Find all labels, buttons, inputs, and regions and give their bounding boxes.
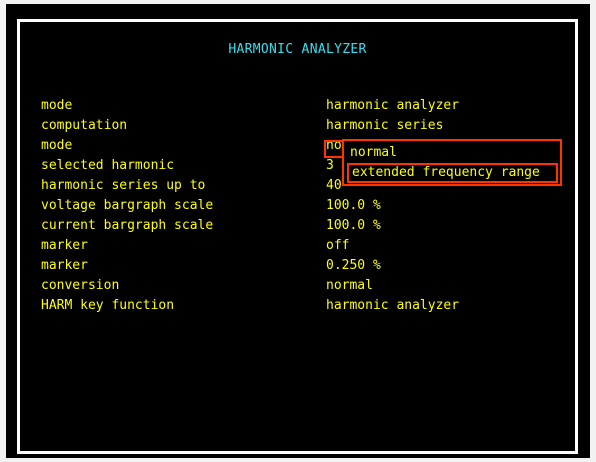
setting-row-marker[interactable]: marker off <box>20 238 575 258</box>
param-value[interactable]: harmonic series <box>326 118 443 133</box>
param-value[interactable]: 40 <box>326 178 342 193</box>
param-value[interactable]: 100.0 % <box>326 198 381 213</box>
param-label: marker <box>41 238 88 253</box>
param-label: HARM key function <box>41 298 175 313</box>
instrument-frame: HARMONIC ANALYZER mode harmonic analyzer… <box>6 4 590 458</box>
param-value[interactable]: 3 <box>326 158 334 173</box>
setting-row-current-scale[interactable]: current bargraph scale 100.0 % <box>20 218 575 238</box>
param-label: mode <box>41 138 73 153</box>
param-label: conversion <box>41 278 120 293</box>
param-value[interactable]: harmonic analyzer <box>326 298 459 313</box>
dropdown-option-extended[interactable]: extended frequency range <box>347 163 558 183</box>
dropdown-option-normal[interactable]: normal <box>347 143 557 162</box>
param-label: computation <box>41 118 128 133</box>
setting-row-conversion[interactable]: conversion normal <box>20 278 575 298</box>
param-label: voltage bargraph scale <box>41 198 214 213</box>
param-label: current bargraph scale <box>41 218 214 233</box>
setting-row-harm-key[interactable]: HARM key function harmonic analyzer <box>20 298 575 318</box>
mode-dropdown-menu[interactable]: normal extended frequency range <box>342 139 562 186</box>
setting-row-mode[interactable]: mode harmonic analyzer <box>20 98 575 118</box>
param-value[interactable]: 100.0 % <box>326 218 381 233</box>
setting-row-marker-value[interactable]: marker 0.250 % <box>20 258 575 278</box>
param-value[interactable]: harmonic analyzer <box>326 98 459 113</box>
param-label: selected harmonic <box>41 158 175 173</box>
page-title: HARMONIC ANALYZER <box>228 42 367 57</box>
param-value[interactable]: normal <box>326 278 373 293</box>
setting-row-computation[interactable]: computation harmonic series <box>20 118 575 138</box>
param-label: marker <box>41 258 88 273</box>
analyzer-screen: HARMONIC ANALYZER mode harmonic analyzer… <box>17 19 578 454</box>
param-value[interactable]: 0.250 % <box>326 258 381 273</box>
setting-row-voltage-scale[interactable]: voltage bargraph scale 100.0 % <box>20 198 575 218</box>
param-label: mode <box>41 98 73 113</box>
param-label: harmonic series up to <box>41 178 206 193</box>
param-value[interactable]: off <box>326 238 349 253</box>
